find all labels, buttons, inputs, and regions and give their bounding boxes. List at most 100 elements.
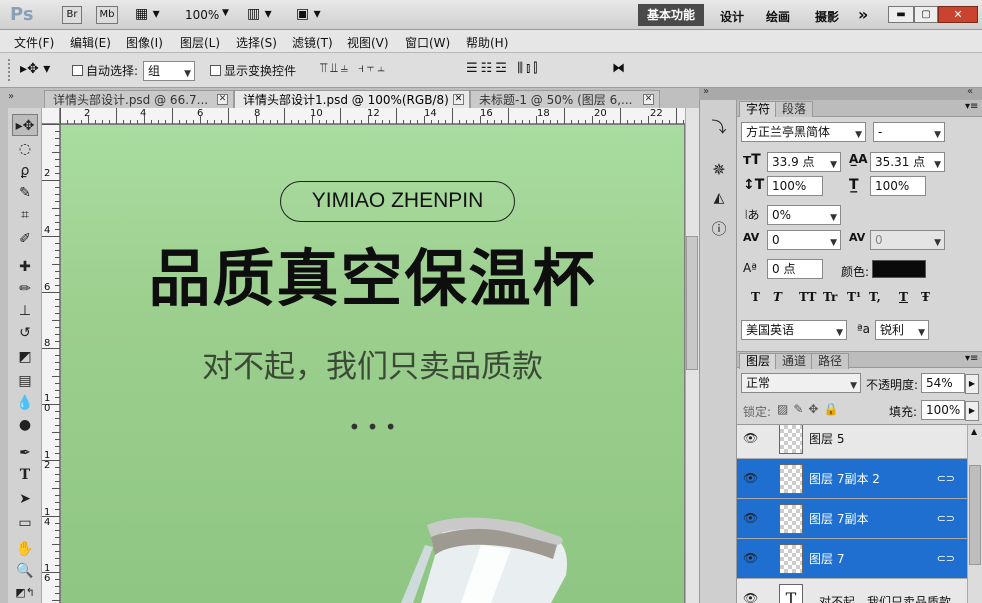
lasso-tool-icon[interactable]: ϼ [12, 160, 38, 182]
marquee-tool-icon[interactable]: ◌ [12, 138, 38, 160]
distribute-buttons-icon[interactable]: ☰☷☲ ⫼⫾⫿ [466, 61, 540, 76]
ruler-vertical[interactable]: 2 4 6 8 10 12 14 16 [42, 124, 60, 603]
layers-scrollbar[interactable]: ▲ [967, 425, 982, 603]
panel-menu-icon[interactable]: ▾≡ [965, 353, 978, 364]
menu-edit[interactable]: 编辑(E) [70, 34, 111, 51]
clone-stamp-tool-icon[interactable]: ⊥ [12, 300, 38, 322]
eraser-tool-icon[interactable]: ◩ [12, 346, 38, 368]
horizontal-scale-field[interactable]: 100% [870, 176, 926, 196]
minimize-icon[interactable]: ▬ [888, 6, 914, 23]
tab-untitled-1[interactable]: 未标题-1 @ 50% (图层 6,... ✕ [470, 90, 660, 108]
type-tool-icon[interactable]: T [12, 464, 38, 486]
zoom-tool-icon[interactable]: 🔍 [12, 560, 38, 582]
histogram-panel-icon[interactable]: ◭ [708, 190, 730, 206]
blend-mode-dropdown[interactable]: 正常 ▼ [741, 373, 861, 393]
language-dropdown[interactable]: 美国英语 ▼ [741, 320, 847, 340]
layer-row[interactable]: 👁 图层 7副本 ⊂⊃ [737, 499, 967, 539]
zoom-dropdown-icon[interactable]: ▼ [222, 8, 229, 18]
maximize-icon[interactable]: ▢ [914, 6, 938, 23]
layers-scrollbar-thumb[interactable] [969, 465, 981, 565]
font-size-field[interactable]: 33.9 点 ▼ [767, 152, 841, 172]
kerning-field[interactable]: 0 ▼ [767, 230, 841, 250]
scrollbar-thumb[interactable] [686, 236, 698, 370]
close-tab-icon[interactable]: ✕ [217, 94, 228, 105]
workspace-essentials[interactable]: 基本功能 [638, 4, 704, 26]
menu-help[interactable]: 帮助(H) [466, 34, 508, 51]
screen-mode-icon[interactable]: ▣ ▾ [296, 6, 321, 22]
layer-row[interactable]: 👁 图层 7副本 2 ⊂⊃ [737, 459, 967, 499]
tab-channels[interactable]: 通道 [775, 353, 814, 369]
font-style-dropdown[interactable]: - ▼ [873, 122, 945, 142]
expand-panels-icon[interactable]: « [967, 86, 973, 97]
fill-slider-icon[interactable]: ▶ [965, 401, 979, 421]
small-caps-button[interactable]: Tr [823, 290, 837, 304]
show-transform-checkbox[interactable] [210, 65, 221, 76]
lock-options-icon[interactable]: ▨✎✥🔒 [777, 402, 843, 416]
pen-tool-icon[interactable]: ✒ [12, 442, 38, 464]
opacity-field[interactable]: 54% [921, 373, 965, 393]
zoom-level[interactable]: 100% [185, 8, 219, 22]
strikethrough-button[interactable]: Ŧ [921, 290, 930, 304]
mini-bridge-button[interactable]: Mb [96, 6, 118, 24]
tab-detail-header-design[interactable]: 详情头部设计.psd @ 66.7... ✕ [44, 90, 234, 108]
scroll-up-icon[interactable]: ▲ [971, 427, 977, 436]
layer-row[interactable]: 👁 T 对不起，我们只卖品质款 [737, 579, 967, 603]
faux-bold-button[interactable]: T [751, 290, 760, 304]
document-canvas[interactable]: YIMIAO ZHENPIN 品质真空保温杯 对不起，我们只卖品质款 • • • [61, 125, 684, 603]
text-color-swatch[interactable] [872, 260, 926, 278]
font-family-dropdown[interactable]: 方正兰亭黑简体 ▼ [741, 122, 866, 142]
collapse-toolbox-icon[interactable]: » [8, 91, 14, 102]
workspace-photography[interactable]: 摄影 [815, 8, 839, 25]
close-window-icon[interactable]: ✕ [938, 6, 978, 23]
history-brush-tool-icon[interactable]: ↺ [12, 322, 38, 344]
history-panel-icon[interactable]: ⤵ [708, 116, 730, 137]
gradient-tool-icon[interactable]: ▤ [12, 370, 38, 392]
more-workspaces-icon[interactable]: » [858, 5, 868, 24]
crop-tool-icon[interactable]: ⌗ [12, 204, 38, 226]
layer-row[interactable]: 👁 图层 7 ⊂⊃ [737, 539, 967, 579]
tab-layers[interactable]: 图层 [739, 353, 778, 369]
collapse-panels-icon[interactable]: » [703, 86, 709, 97]
baseline-shift-field[interactable]: 0 点 [767, 259, 823, 279]
align-buttons-icon[interactable]: ⫪⫫⫨ ⫞⫟⫠ [320, 61, 388, 76]
subscript-button[interactable]: T, [869, 290, 881, 304]
tab-detail-header-design-1[interactable]: 详情头部设计1.psd @ 100%(RGB/8) * ✕ [234, 90, 470, 108]
tab-character[interactable]: 字符 [739, 101, 778, 117]
underline-button[interactable]: T [899, 290, 908, 304]
ruler-horizontal[interactable]: 2 4 6 8 10 12 14 16 18 20 22 [60, 108, 685, 124]
hand-tool-icon[interactable]: ✋ [12, 538, 38, 560]
ruler-origin[interactable] [42, 108, 60, 124]
faux-italic-button[interactable]: T [773, 290, 782, 304]
close-tab-icon[interactable]: ✕ [643, 94, 654, 105]
menu-view[interactable]: 视图(V) [347, 34, 389, 51]
panel-menu-icon[interactable]: ▾≡ [965, 101, 978, 112]
move-tool-icon[interactable]: ▸✥ [12, 114, 38, 136]
menu-filter[interactable]: 滤镜(T) [292, 34, 333, 51]
tracking-field[interactable]: 0 ▼ [870, 230, 945, 250]
menu-file[interactable]: 文件(F) [14, 34, 54, 51]
auto-select-dropdown[interactable]: 组 ▼ [143, 61, 195, 81]
color-swatches-icon[interactable]: ◩↰ [12, 582, 38, 603]
eye-icon[interactable]: 👁 [743, 471, 758, 485]
eye-icon[interactable]: 👁 [743, 591, 758, 603]
auto-select-checkbox[interactable] [72, 65, 83, 76]
workspace-design[interactable]: 设计 [720, 8, 744, 25]
dodge-tool-icon[interactable]: ● [12, 414, 38, 436]
navigator-panel-icon[interactable]: ✵ [708, 160, 730, 179]
brush-tool-icon[interactable]: ✏ [12, 278, 38, 300]
healing-brush-tool-icon[interactable]: ✚ [12, 256, 38, 278]
eye-icon[interactable]: 👁 [743, 511, 758, 525]
superscript-button[interactable]: T¹ [847, 290, 861, 304]
opacity-slider-icon[interactable]: ▶ [965, 374, 979, 394]
arrange-documents-icon[interactable]: ▥ ▾ [247, 6, 272, 22]
eye-icon[interactable]: 👁 [743, 431, 758, 445]
path-selection-tool-icon[interactable]: ➤ [12, 488, 38, 510]
move-tool-preset-icon[interactable]: ▸✥ ▾ [20, 61, 50, 77]
menu-image[interactable]: 图像(I) [126, 34, 163, 51]
shape-tool-icon[interactable]: ▭ [12, 512, 38, 534]
vertical-scale-field[interactable]: 100% [767, 176, 823, 196]
layer-row[interactable]: 👁 图层 5 [737, 425, 967, 459]
menu-select[interactable]: 选择(S) [236, 34, 277, 51]
workspace-painting[interactable]: 绘画 [766, 8, 790, 25]
quick-select-tool-icon[interactable]: ✎ [12, 182, 38, 204]
